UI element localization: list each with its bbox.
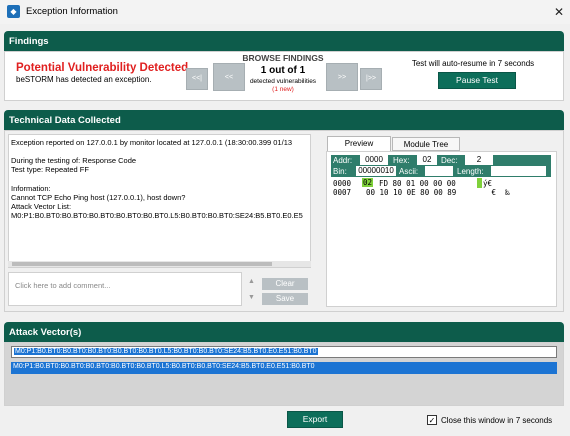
first-finding-button[interactable]: <<| bbox=[186, 68, 208, 90]
ascii-label: Ascii: bbox=[399, 167, 419, 176]
hex-row-bytes[interactable]: 00 10 10 0E 80 00 89 bbox=[366, 188, 456, 197]
window-title: Exception Information bbox=[26, 6, 118, 17]
last-finding-button[interactable]: |>> bbox=[360, 68, 382, 90]
close-window-checkbox[interactable]: ✓ bbox=[427, 415, 437, 425]
close-window-label: Close this window in 7 seconds bbox=[441, 416, 553, 425]
scroll-up-icon[interactable]: ▲ bbox=[248, 278, 258, 285]
scrollbar-thumb[interactable] bbox=[12, 262, 272, 266]
tab-module-tree[interactable]: Module Tree bbox=[392, 137, 460, 151]
detected-label: detected vulnerabilities bbox=[249, 78, 317, 85]
hex-row-addr: 0000 bbox=[333, 179, 352, 188]
vulnerability-headline: Potential Vulnerability Detected bbox=[16, 62, 189, 74]
log-line: Cannot TCP Echo Ping host (127.0.0.1), h… bbox=[11, 192, 186, 202]
next-finding-button[interactable]: >> bbox=[326, 63, 358, 91]
bin-label: Bin: bbox=[333, 167, 347, 176]
attack-vector-row[interactable]: M0:P1:B0.BT0:B0.BT0:B0.BT0:B0.BT0:B0.BT0… bbox=[11, 362, 557, 374]
vulnerability-subtext: beSTORM has detected an exception. bbox=[16, 75, 152, 84]
dec-value: 2 bbox=[465, 155, 493, 165]
log-line: Information: bbox=[11, 183, 51, 193]
hex-row-ascii: € ‰ bbox=[478, 188, 510, 197]
clear-button[interactable]: Clear bbox=[262, 278, 308, 290]
scroll-down-icon[interactable]: ▼ bbox=[248, 294, 258, 301]
exception-log[interactable]: Exception reported on 127.0.0.1 by monit… bbox=[8, 134, 311, 268]
attack-vector-input[interactable]: M0:P1:B0.BT0:B0.BT0:B0.BT0:B0.BT0:B0.BT0… bbox=[11, 346, 557, 358]
tab-preview[interactable]: Preview bbox=[327, 136, 391, 152]
technical-header: Technical Data Collected bbox=[4, 110, 564, 130]
hex-row-bytes[interactable]: FD 80 01 00 00 00 bbox=[379, 179, 456, 188]
close-button[interactable]: ✕ bbox=[550, 3, 568, 21]
addr-value: 0000 bbox=[360, 155, 388, 165]
log-line: Exception reported on 127.0.0.1 by monit… bbox=[11, 138, 293, 147]
findings-count: 1 out of 1 bbox=[260, 65, 306, 76]
log-line: Test type: Repeated FF bbox=[11, 165, 89, 175]
length-label: Length: bbox=[457, 167, 484, 176]
hex-row-addr: 0007 bbox=[333, 188, 352, 197]
dec-label: Dec: bbox=[441, 156, 458, 165]
new-count: (1 new) bbox=[272, 86, 294, 93]
findings-header: Findings bbox=[4, 31, 564, 51]
log-line: Attack Vector List: bbox=[11, 202, 72, 212]
ascii-selected-char bbox=[477, 178, 482, 188]
ascii-value bbox=[425, 166, 453, 176]
attack-vectors-header: Attack Vector(s) bbox=[4, 322, 564, 342]
addr-label: Addr: bbox=[333, 156, 353, 165]
comment-input[interactable]: Click here to add comment... bbox=[8, 272, 242, 306]
bin-value: 00000010 bbox=[356, 166, 396, 176]
browse-findings-label: BROWSE FINDINGS bbox=[242, 53, 324, 63]
log-line: M0:P1:B0.BT0:B0.BT0:B0.BT0:B0.BT0:B0.BT0… bbox=[11, 211, 303, 221]
length-value bbox=[491, 166, 546, 176]
hex-header-row2: Bin: 00000010 Ascii: Length: bbox=[331, 166, 551, 177]
export-button[interactable]: Export bbox=[287, 411, 343, 428]
auto-resume-text: Test will auto-resume in 7 seconds bbox=[411, 59, 535, 68]
shield-icon: ◆ bbox=[7, 5, 20, 18]
hex-selected-byte[interactable]: 02 bbox=[362, 178, 374, 187]
attack-vector-input-text: M0:P1:B0.BT0:B0.BT0:B0.BT0:B0.BT0:B0.BT0… bbox=[14, 348, 318, 355]
hex-label: Hex: bbox=[393, 156, 410, 165]
hex-value: 02 bbox=[417, 155, 437, 165]
save-button[interactable]: Save bbox=[262, 293, 308, 305]
log-line: During the testing of: Response Code bbox=[11, 156, 137, 166]
log-scrollbar[interactable] bbox=[8, 261, 311, 267]
pause-test-button[interactable]: Pause Test bbox=[438, 72, 516, 89]
hex-header-row1: Addr: 0000 Hex: 02 Dec: 2 bbox=[331, 155, 551, 166]
hex-row-ascii: ý€ bbox=[483, 179, 493, 188]
